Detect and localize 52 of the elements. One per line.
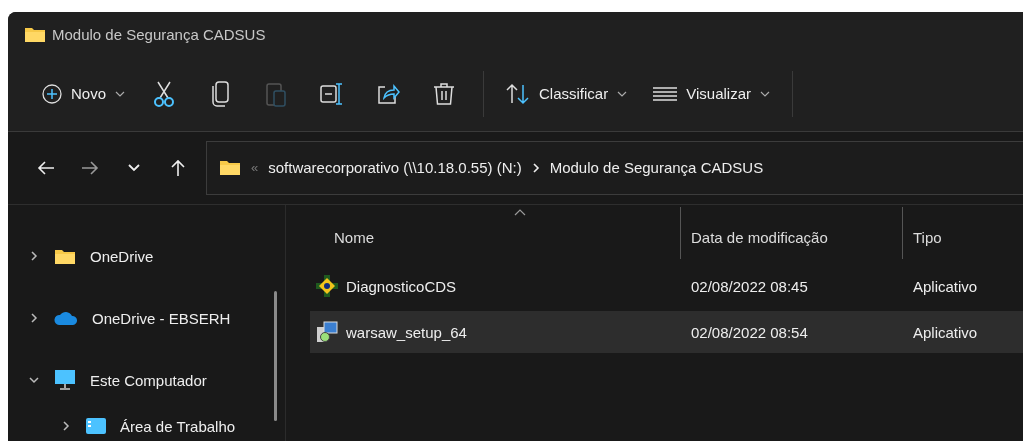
folder-icon <box>54 247 76 265</box>
caret-icon <box>617 90 628 97</box>
modified-date: 02/08/2022 08:54 <box>690 323 809 341</box>
file-type: Aplicativo <box>912 277 978 295</box>
chevron-right-icon[interactable] <box>60 420 72 432</box>
installer-icon <box>316 321 338 343</box>
sort-caret-icon <box>513 208 526 216</box>
file-row[interactable]: warsaw_setup_64 02/08/2022 08:54 Aplicativo <box>310 311 1023 353</box>
nav-item-label[interactable]: Este Computador <box>90 371 207 389</box>
nav-item-label[interactable]: OneDrive - EBSERH <box>92 309 231 327</box>
scissors-icon[interactable] <box>153 80 176 107</box>
window-title: Modulo de Segurança CADSUS <box>52 25 266 43</box>
breadcrumb-segment[interactable]: Modulo de Segurança CADSUS <box>549 159 764 177</box>
desktop-icon <box>86 418 106 434</box>
nav-item-label[interactable]: OneDrive <box>90 247 154 265</box>
toolbar-menu-button[interactable]: Classificar <box>496 76 638 111</box>
folder-icon <box>24 25 46 43</box>
breadcrumb-segment[interactable]: softwarecorporativo (\\10.18.0.55) (N:) <box>268 159 522 177</box>
monitor-icon <box>54 369 76 391</box>
file-name: warsaw_setup_64 <box>346 323 467 341</box>
file-type: Aplicativo <box>912 323 978 341</box>
caret-icon <box>115 90 126 97</box>
trash-icon[interactable] <box>433 81 456 106</box>
chevron-right-icon[interactable] <box>531 162 540 173</box>
column-header[interactable]: Data de modificação <box>680 207 902 259</box>
overflow-chevrons[interactable]: « <box>251 160 259 176</box>
list-view-icon <box>653 85 678 102</box>
column-header[interactable]: Tipo <box>902 207 1023 259</box>
diamond-icon <box>316 275 338 297</box>
cloud-icon <box>54 311 78 325</box>
plus-circle-icon <box>42 83 62 104</box>
up-arrow-icon[interactable] <box>170 158 186 177</box>
chevron-right-icon[interactable] <box>28 311 40 324</box>
modified-date: 02/08/2022 08:45 <box>690 277 809 295</box>
toolbar-menu-button[interactable]: Visualizar <box>643 79 780 109</box>
sort-icon <box>506 82 531 105</box>
copy-icon[interactable] <box>211 80 230 107</box>
chevron-right-icon[interactable] <box>28 249 40 262</box>
forward-arrow-icon[interactable] <box>81 159 99 176</box>
address-bar[interactable]: « softwarecorporativo (\\10.18.0.55) (N:) Modulo de Segurança CADSUS <box>206 140 1023 195</box>
file-row[interactable]: DiagnosticoCDS 02/08/2022 08:45 Aplicativo <box>310 265 1023 307</box>
chevron-down-icon[interactable] <box>127 162 141 173</box>
share-icon[interactable] <box>376 82 401 105</box>
rename-icon[interactable] <box>320 81 345 106</box>
scrollbar-thumb[interactable] <box>274 291 277 421</box>
nav-item-label[interactable]: Área de Trabalho <box>120 417 236 435</box>
caret-icon <box>760 90 770 97</box>
back-arrow-icon[interactable] <box>37 159 55 176</box>
folder-icon <box>219 159 241 177</box>
file-name: DiagnosticoCDS <box>346 277 457 295</box>
column-header[interactable]: Nome <box>310 207 680 259</box>
toolbar-menu-button[interactable]: Novo <box>32 77 136 110</box>
